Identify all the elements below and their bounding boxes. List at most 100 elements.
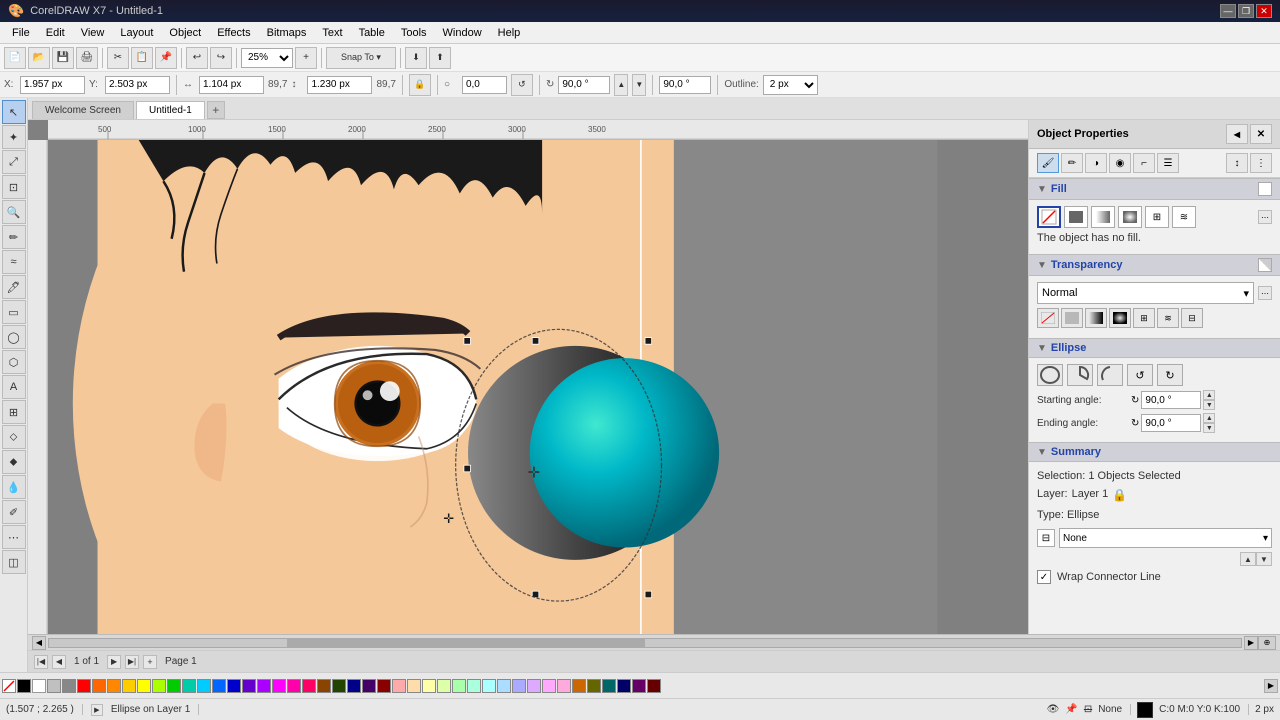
color-swatch-darkteal[interactable] xyxy=(602,679,616,693)
color-swatch-yellow[interactable] xyxy=(122,679,136,693)
menu-text[interactable]: Text xyxy=(314,25,350,41)
texture-fill-btn[interactable]: ≋ xyxy=(1172,206,1196,228)
x-input[interactable] xyxy=(20,76,85,94)
copy-button[interactable]: 📋 xyxy=(131,47,153,69)
fill-color-swatch[interactable] xyxy=(1258,182,1272,196)
page-last-btn[interactable]: ▶| xyxy=(125,655,139,669)
fill-tab-btn[interactable]: 🖌 xyxy=(1037,153,1059,173)
ellipse-ccw-btn[interactable]: ↺ xyxy=(1127,364,1153,386)
new-button[interactable]: 📄 xyxy=(4,47,26,69)
ellipse-full-btn[interactable] xyxy=(1037,364,1063,386)
color-swatch-orange[interactable] xyxy=(92,679,106,693)
drawing-canvas[interactable]: ✛ ✛ xyxy=(48,140,1028,634)
zoom-select[interactable]: 25% 50% 75% 100% xyxy=(241,48,293,68)
flat-fill-btn[interactable] xyxy=(1064,206,1088,228)
color-swatch-purple[interactable] xyxy=(242,679,256,693)
scroll-right-btn[interactable]: ▶ xyxy=(1244,636,1258,650)
color-swatch-skyblue[interactable] xyxy=(497,679,511,693)
tab-add-button[interactable]: + xyxy=(207,101,225,119)
panel-expand-btn[interactable]: ↕ xyxy=(1226,153,1248,173)
color-swatch-pink2[interactable] xyxy=(302,679,316,693)
no-color-swatch[interactable] xyxy=(2,679,16,693)
color-swatch-rose[interactable] xyxy=(557,679,571,693)
menu-object[interactable]: Object xyxy=(161,25,209,41)
color-swatch-lime[interactable] xyxy=(152,679,166,693)
scroll-left-btn[interactable]: ◀ xyxy=(32,636,46,650)
save-button[interactable]: 💾 xyxy=(52,47,74,69)
color-swatch-yellow2[interactable] xyxy=(137,679,151,693)
transparency-mode-dropdown[interactable]: Normal ▾ xyxy=(1037,282,1254,304)
panel-options-btn[interactable]: ⋮ xyxy=(1250,153,1272,173)
w-input[interactable] xyxy=(199,76,264,94)
menu-effects[interactable]: Effects xyxy=(209,25,258,41)
summary-section-header[interactable]: ▼ Summary xyxy=(1029,442,1280,462)
color-swatch-brown[interactable] xyxy=(317,679,331,693)
radial-trans-btn[interactable] xyxy=(1109,308,1131,328)
starting-angle-up-btn[interactable]: ▲ xyxy=(1203,390,1215,400)
lock-aspect-btn[interactable]: 🔒 xyxy=(409,74,431,96)
menu-tools[interactable]: Tools xyxy=(393,25,435,41)
color-swatch-maroon[interactable] xyxy=(647,679,661,693)
starting-angle-down-btn[interactable]: ▼ xyxy=(1203,400,1215,410)
tool-table[interactable]: ⊞ xyxy=(2,400,26,424)
tool-outline[interactable]: ✐ xyxy=(2,500,26,524)
pattern-fill-btn[interactable]: ⊞ xyxy=(1145,206,1169,228)
ellipse-section-header[interactable]: ▼ Ellipse xyxy=(1029,338,1280,358)
clear-transform-btn[interactable]: ↺ xyxy=(511,74,533,96)
tool-polygon[interactable]: ⬡ xyxy=(2,350,26,374)
menu-table[interactable]: Table xyxy=(351,25,393,41)
undo-button[interactable]: ↩ xyxy=(186,47,208,69)
color-swatch-teal[interactable] xyxy=(182,679,196,693)
tool-rect[interactable]: ▭ xyxy=(2,300,26,324)
linear-trans-btn[interactable] xyxy=(1085,308,1107,328)
linear-fill-btn[interactable] xyxy=(1091,206,1115,228)
flat-trans-btn[interactable] xyxy=(1061,308,1083,328)
restore-button[interactable]: ❐ xyxy=(1238,4,1254,18)
menu-bitmaps[interactable]: Bitmaps xyxy=(259,25,315,41)
tool-crop[interactable]: ⊡ xyxy=(2,175,26,199)
color-swatch-olive[interactable] xyxy=(587,679,601,693)
ending-angle-up-btn[interactable]: ▲ xyxy=(1203,413,1215,423)
tool-ellipse[interactable]: ◯ xyxy=(2,325,26,349)
h-input[interactable] xyxy=(307,76,372,94)
close-button[interactable]: ✕ xyxy=(1256,4,1272,18)
import-button[interactable]: ⬇ xyxy=(405,47,427,69)
menu-view[interactable]: View xyxy=(73,25,113,41)
tool-text[interactable]: A xyxy=(2,375,26,399)
pattern-trans-btn[interactable]: ⊞ xyxy=(1133,308,1155,328)
fill-section-header[interactable]: ▼ Fill xyxy=(1029,178,1280,200)
snap-button[interactable]: Snap To ▾ xyxy=(326,47,396,69)
cut-button[interactable]: ✂ xyxy=(107,47,129,69)
tool-extrude[interactable]: ◫ xyxy=(2,550,26,574)
y-input[interactable] xyxy=(105,76,170,94)
redo-button[interactable]: ↪ xyxy=(210,47,232,69)
tool-freehand[interactable]: ✏ xyxy=(2,225,26,249)
minimize-button[interactable]: — xyxy=(1220,4,1236,18)
color-swatch-lightcyan[interactable] xyxy=(482,679,496,693)
color-swatch-green[interactable] xyxy=(167,679,181,693)
color-swatch-lightlime[interactable] xyxy=(437,679,451,693)
open-button[interactable]: 📂 xyxy=(28,47,50,69)
ending-angle-down-btn[interactable]: ▼ xyxy=(1203,423,1215,433)
menu-layout[interactable]: Layout xyxy=(112,25,161,41)
summary-tab-btn[interactable]: ☰ xyxy=(1157,153,1179,173)
tool-smartdraw[interactable]: 🖊 xyxy=(2,275,26,299)
ellipse-pie-btn[interactable] xyxy=(1067,364,1093,386)
color-swatch-lightyellow[interactable] xyxy=(422,679,436,693)
add-page-btn[interactable]: + xyxy=(143,655,157,669)
summary-up-btn[interactable]: ▲ xyxy=(1240,552,1256,566)
bitmap-trans-btn[interactable]: ⊟ xyxy=(1181,308,1203,328)
color-swatch-dark-navy[interactable] xyxy=(617,679,631,693)
rotation2-input[interactable] xyxy=(659,76,711,94)
scrollbar-track[interactable] xyxy=(48,638,1242,648)
page-next-btn[interactable]: ▶ xyxy=(107,655,121,669)
starting-angle-input[interactable] xyxy=(1141,391,1201,409)
color-swatch-darkgreen[interactable] xyxy=(332,679,346,693)
transparency-options-btn[interactable]: ⋯ xyxy=(1258,286,1272,300)
color-swatch-peach[interactable] xyxy=(407,679,421,693)
color-swatch-lightpink[interactable] xyxy=(542,679,556,693)
lock-icon[interactable]: 🔒 xyxy=(1112,486,1127,505)
rotation-up-btn[interactable]: ▲ xyxy=(614,74,628,96)
tool-select[interactable]: ↖ xyxy=(2,100,26,124)
panel-close-btn[interactable]: ✕ xyxy=(1250,124,1272,144)
